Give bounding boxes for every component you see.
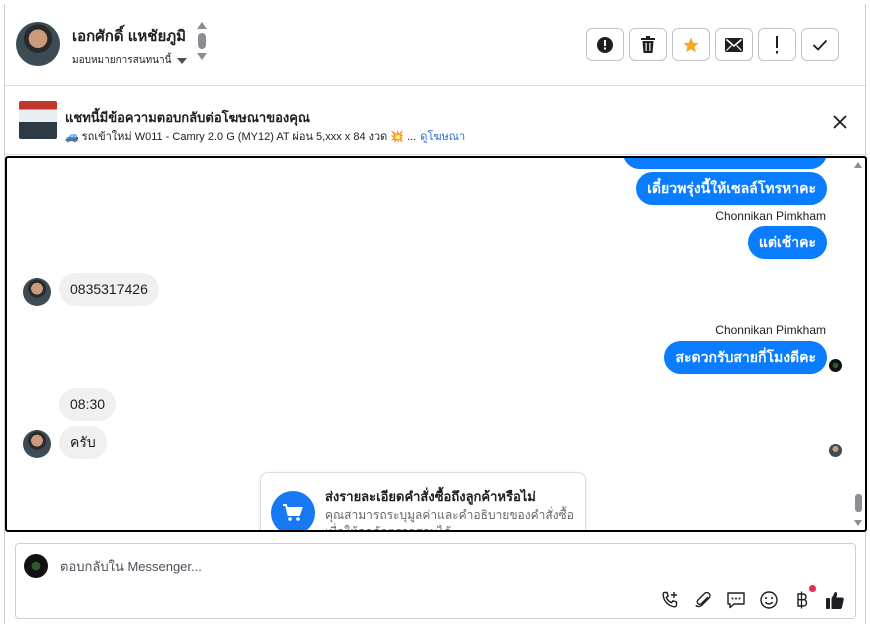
sender-name: Chonnikan Pimkham [715, 209, 826, 223]
contact-avatar[interactable] [16, 22, 60, 66]
exclamation-icon [776, 35, 778, 53]
reply-composer [15, 543, 856, 619]
card-description: คุณสามารถระบุมูลค่าและคำอธิบายของคำสั่งซ… [325, 508, 574, 532]
message-bubble-outgoing[interactable]: สะดวกรับสายกี่โมงดีคะ [664, 341, 827, 374]
message-thread[interactable]: เดี๋ยวพรุ่งนี้ให้เซลล์โทรหาคะ Chonnikan … [5, 156, 867, 532]
like-button[interactable] [824, 589, 845, 610]
phone-add-icon [661, 591, 677, 608]
ad-thumbnail[interactable] [19, 101, 57, 139]
contact-avatar-small[interactable] [23, 278, 51, 306]
message-bubble-outgoing[interactable]: เดี๋ยวพรุ่งนี้ให้เซลล์โทรหาคะ [636, 172, 827, 205]
saved-reply-icon [726, 591, 745, 608]
paperclip-icon [694, 591, 711, 607]
contact-avatar-small[interactable] [23, 430, 51, 458]
scroll-up-icon[interactable] [197, 22, 207, 29]
ad-context-subtitle: 🚙 รถเข้าใหม่ W011 - Camry 2.0 G (MY12) A… [65, 127, 465, 145]
payment-button[interactable] [791, 585, 816, 610]
spam-button[interactable] [586, 28, 624, 61]
call-button[interactable] [659, 589, 680, 610]
contact-name[interactable]: เอกศักดิ์ แหชัยภูมิ [72, 24, 186, 48]
alert-circle-icon [597, 36, 613, 53]
ad-description: 🚙 รถเข้าใหม่ W011 - Camry 2.0 G (MY12) A… [65, 131, 417, 143]
conversation-panel: เอกศักดิ์ แหชัยภูมิ มอบหมายการสนทนานี้ แ… [4, 4, 867, 624]
card-title: ส่งรายละเอียดคำสั่งซื้อถึงลูกค้าหรือไม่ [325, 489, 536, 504]
message-bubble-partial [623, 158, 827, 169]
attach-button[interactable] [692, 589, 713, 610]
thumbs-up-icon [825, 591, 844, 609]
message-bubble-outgoing[interactable]: แต่เช้าคะ [747, 226, 827, 259]
delete-button[interactable] [629, 28, 667, 61]
conversation-header: เอกศักดิ์ แหชัยภูมิ มอบหมายการสนทนานี้ [5, 4, 867, 86]
message-bubble-incoming[interactable]: 0835317426 [59, 273, 159, 306]
scrollbar-thumb[interactable] [855, 494, 862, 512]
chevron-down-icon [177, 57, 188, 64]
ad-context-bar: แชทนี้มีข้อความตอบกลับต่อโฆษณาของคุณ 🚙 ร… [5, 87, 867, 155]
assign-conversation-dropdown[interactable]: มอบหมายการสนทนานี้ [72, 53, 188, 68]
emoji-button[interactable] [758, 589, 779, 610]
follow-up-button[interactable] [672, 28, 710, 61]
ad-context-title: แชทนี้มีข้อความตอบกลับต่อโฆษณาของคุณ [65, 110, 310, 125]
reply-input[interactable] [60, 559, 560, 574]
header-actions [586, 28, 839, 61]
thread-scrollbar[interactable] [852, 158, 865, 530]
notification-dot [809, 585, 816, 592]
scroll-down-icon[interactable] [197, 53, 207, 60]
message-bubble-incoming[interactable]: 08:30 [59, 388, 117, 421]
composer-tools [659, 585, 845, 610]
star-icon [683, 37, 699, 52]
seen-indicator-icon [829, 359, 842, 372]
header-scroll-control[interactable] [197, 22, 207, 68]
contact-seen-avatar [829, 444, 842, 457]
close-icon[interactable] [833, 115, 847, 129]
done-button[interactable] [801, 28, 839, 61]
trash-icon [641, 36, 655, 53]
check-icon [812, 39, 828, 51]
cart-icon [271, 491, 315, 530]
envelope-icon [725, 37, 743, 52]
sender-name: Chonnikan Pimkham [715, 323, 826, 337]
important-button[interactable] [758, 28, 796, 61]
page-avatar [24, 554, 48, 578]
scroll-up-icon[interactable] [854, 162, 862, 168]
order-details-prompt-card[interactable]: ส่งรายละเอียดคำสั่งซื้อถึงลูกค้าหรือไม่ … [260, 472, 586, 532]
emoji-icon [759, 590, 778, 609]
scroll-down-icon[interactable] [854, 520, 862, 526]
message-bubble-incoming[interactable]: ครับ [59, 426, 107, 459]
scroll-thumb[interactable] [198, 33, 206, 49]
view-ad-link[interactable]: ดูโฆษณา [420, 131, 465, 143]
baht-icon [796, 591, 807, 608]
mark-unread-button[interactable] [715, 28, 753, 61]
saved-replies-button[interactable] [725, 589, 746, 610]
assign-label: มอบหมายการสนทนานี้ [72, 55, 172, 66]
